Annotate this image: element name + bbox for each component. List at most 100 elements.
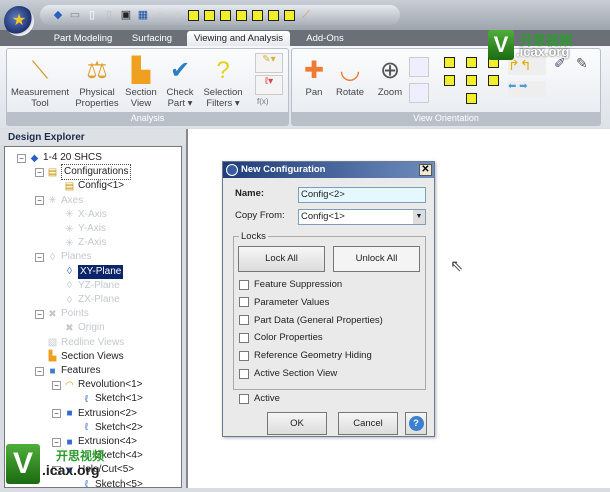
collapse-icon[interactable]: − bbox=[17, 153, 26, 163]
tree-item-label: YZ-Plane bbox=[78, 279, 120, 291]
tree-item[interactable]: − ▤ Configurations bbox=[35, 164, 132, 181]
view-cube-icon[interactable] bbox=[284, 9, 295, 21]
back-view-icon[interactable] bbox=[466, 57, 477, 68]
tree-item[interactable]: ℓ Sketch<2> bbox=[69, 421, 143, 435]
fx-button[interactable]: f(x) bbox=[257, 97, 269, 106]
check-part-button[interactable]: ✔ Check Part ▾ bbox=[162, 55, 198, 109]
left-view-icon[interactable] bbox=[466, 75, 477, 86]
tree-item[interactable]: − ✖ Points bbox=[35, 307, 89, 321]
checkbox-box[interactable] bbox=[239, 279, 249, 290]
close-icon[interactable]: ▯ bbox=[103, 9, 115, 21]
close-button[interactable]: ✕ bbox=[419, 164, 432, 176]
tree-item[interactable]: ✳ Z-Axis bbox=[52, 236, 106, 250]
collapse-icon[interactable]: − bbox=[35, 196, 44, 206]
lock-checkbox[interactable]: Feature Suppression bbox=[239, 279, 342, 290]
active-checkbox[interactable]: Active bbox=[239, 393, 280, 404]
front-view-icon[interactable] bbox=[444, 57, 455, 68]
tree-item[interactable]: ✳ X-Axis bbox=[52, 208, 107, 222]
tool-icon[interactable]: ✎ bbox=[576, 55, 588, 72]
collapse-icon[interactable]: − bbox=[35, 309, 44, 319]
rotate-view-icon[interactable]: ↱↰ bbox=[508, 57, 546, 75]
right-view-icon[interactable] bbox=[488, 75, 499, 86]
tree-item[interactable]: ◊ ZX-Plane bbox=[52, 293, 120, 307]
collapse-icon[interactable]: − bbox=[35, 366, 44, 376]
cancel-button[interactable]: Cancel bbox=[338, 412, 398, 435]
checkbox-box[interactable] bbox=[239, 332, 249, 343]
tree-item[interactable]: ▤ Config<1> bbox=[52, 179, 124, 193]
selection-filters-button[interactable]: ? Selection Filters ▾ bbox=[200, 55, 246, 109]
collapse-icon[interactable]: − bbox=[52, 437, 61, 447]
tree-item[interactable]: ℓ Sketch<1> bbox=[69, 392, 143, 406]
view-cube-icon[interactable] bbox=[188, 9, 199, 21]
checkbox-box[interactable] bbox=[239, 350, 249, 361]
part-icon[interactable]: ◆ bbox=[52, 9, 64, 21]
tree-item-label: Config<1> bbox=[78, 180, 125, 192]
bottom-view-icon[interactable] bbox=[444, 75, 455, 86]
tree-item[interactable]: ▙ Section Views bbox=[35, 350, 124, 364]
tree-item[interactable]: − ■ Extrusion<2> bbox=[52, 407, 137, 421]
collapse-icon[interactable]: − bbox=[52, 380, 61, 390]
help-button[interactable]: ? bbox=[405, 412, 427, 435]
lock-checkbox[interactable]: Reference Geometry Hiding bbox=[239, 350, 372, 361]
collapse-icon[interactable]: − bbox=[35, 252, 44, 262]
zoom-button[interactable]: ⊕ Zoom bbox=[372, 55, 408, 98]
tab-add-ons[interactable]: Add-Ons bbox=[295, 31, 355, 46]
lock-checkbox[interactable]: Active Section View bbox=[239, 368, 337, 379]
checkbox-box[interactable] bbox=[239, 297, 249, 308]
copy-from-select[interactable]: Config<1> ▼ bbox=[298, 209, 426, 225]
zoom-window-icon[interactable] bbox=[409, 57, 429, 77]
open-icon[interactable]: ▯ bbox=[86, 9, 98, 21]
checkbox-box[interactable] bbox=[239, 315, 249, 326]
chevron-down-icon[interactable]: ▼ bbox=[413, 210, 425, 224]
lock-checkbox[interactable]: Parameter Values bbox=[239, 297, 329, 308]
tree-item[interactable]: − ■ Features bbox=[35, 364, 100, 378]
tree-item[interactable]: ✖ Origin bbox=[52, 321, 104, 335]
lock-checkbox[interactable]: Color Properties bbox=[239, 332, 323, 343]
measurement-tool-button[interactable]: ⟍ Measurement Tool bbox=[9, 55, 71, 109]
section-view-button[interactable]: ▙ Section View bbox=[121, 55, 161, 109]
tree-item[interactable]: ▧ Redline Views bbox=[35, 336, 124, 350]
tree-item[interactable]: ℓ Sketch<5> bbox=[69, 478, 143, 492]
checkbox-box[interactable] bbox=[239, 368, 249, 379]
tree-item[interactable]: − ✳ Axes bbox=[35, 194, 83, 208]
properties-icon[interactable]: ▦ bbox=[137, 9, 149, 21]
features-icon: ■ bbox=[49, 365, 56, 377]
view-orientation-group-label: View Orientation bbox=[292, 112, 600, 125]
pan-button[interactable]: ✚ Pan bbox=[296, 55, 332, 98]
name-input[interactable]: Config<2> bbox=[298, 187, 426, 203]
view-cube-icon[interactable] bbox=[236, 9, 247, 21]
view-cube-icon[interactable] bbox=[268, 9, 279, 21]
tree-item[interactable]: − ◠ Revolution<1> bbox=[52, 378, 143, 392]
undo-icon[interactable]: ● bbox=[154, 9, 166, 21]
tree-item[interactable]: − ◊ Planes bbox=[35, 250, 92, 264]
tab-viewing-and-analysis[interactable]: Viewing and Analysis bbox=[187, 31, 290, 46]
lock-all-button[interactable]: Lock All bbox=[238, 246, 325, 272]
application-menu-button[interactable]: ★ bbox=[4, 6, 34, 36]
view-cube-icon[interactable] bbox=[220, 9, 231, 21]
iso-view-icon[interactable] bbox=[466, 93, 477, 104]
collapse-icon[interactable]: − bbox=[52, 409, 61, 419]
rotate-button[interactable]: ◡ Rotate bbox=[332, 55, 368, 98]
redo-icon[interactable]: ● bbox=[171, 9, 183, 21]
unlock-all-button[interactable]: Unlock All bbox=[333, 246, 420, 272]
tree-item[interactable]: ◊ YZ-Plane bbox=[52, 279, 120, 293]
physical-properties-button[interactable]: ⚖ Physical Properties bbox=[73, 55, 121, 109]
equation-dropdown[interactable]: ℓ▾ bbox=[255, 75, 283, 95]
tree-item[interactable]: − ◆ 1-4 20 SHCS bbox=[17, 151, 102, 165]
collapse-icon[interactable]: − bbox=[35, 167, 44, 177]
tab-surfacing[interactable]: Surfacing bbox=[122, 31, 182, 46]
ok-button[interactable]: OK bbox=[267, 412, 327, 435]
zoom-fit-icon[interactable] bbox=[409, 83, 429, 103]
new-icon[interactable]: ▭ bbox=[69, 9, 81, 21]
previous-view-icon[interactable]: ⬅ ➡ bbox=[508, 81, 546, 97]
tree-item[interactable]: ✳ Y-Axis bbox=[52, 222, 106, 236]
tab-part-modeling[interactable]: Part Modeling bbox=[48, 31, 118, 46]
lock-checkbox[interactable]: Part Data (General Properties) bbox=[239, 315, 383, 326]
highlight-dropdown[interactable]: ✎▾ bbox=[255, 53, 283, 73]
scale-icon: ⚖ bbox=[86, 57, 108, 84]
tree-item[interactable]: ◊ XY-Plane bbox=[52, 264, 124, 279]
view-cube-icon[interactable] bbox=[252, 9, 263, 21]
save-icon[interactable]: ▣ bbox=[120, 9, 132, 21]
ruler-icon[interactable]: ⟋ bbox=[300, 9, 312, 21]
view-cube-icon[interactable] bbox=[204, 9, 215, 21]
